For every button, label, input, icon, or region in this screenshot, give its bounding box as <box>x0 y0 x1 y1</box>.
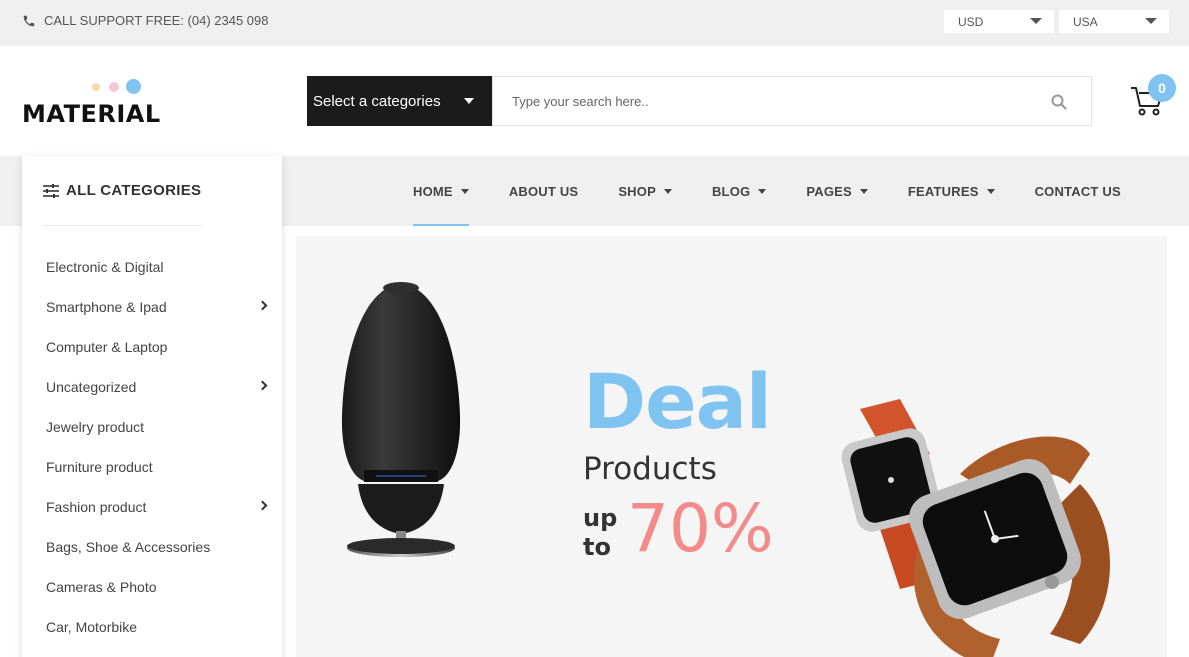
sidebar-item-electronic-digital[interactable]: Electronic & Digital <box>22 247 282 287</box>
sidebar-item-furniture[interactable]: Furniture product <box>22 447 282 487</box>
sidebar-item-label: Car, Motorbike <box>46 619 138 635</box>
chevron-down-icon <box>464 98 474 104</box>
chevron-down-icon <box>1145 18 1157 24</box>
nav-label: SHOP <box>618 183 656 199</box>
cart-count-badge: 0 <box>1148 74 1176 102</box>
top-bar: CALL SUPPORT FREE: (04) 2345 098 USD USA <box>0 0 1189 46</box>
cart-button[interactable]: 0 <box>1129 74 1179 120</box>
sidebar-item-label: Cameras & Photo <box>46 579 157 595</box>
sidebar-item-label: Smartphone & Ipad <box>46 299 167 315</box>
currency-select[interactable]: USD <box>944 10 1054 33</box>
site-logo[interactable]: MATERIAL <box>22 78 160 128</box>
category-select-label: Select a categories <box>313 92 441 110</box>
search-icon[interactable] <box>1051 94 1067 110</box>
country-value: USA <box>1073 14 1098 29</box>
sliders-icon <box>43 183 59 198</box>
nav-label: CONTACT US <box>1034 183 1121 199</box>
products-subhead: Products <box>583 451 717 487</box>
deal-headline: Deal <box>583 357 772 446</box>
sidebar-item-label: Fashion product <box>46 499 147 515</box>
category-list: Electronic & Digital Smartphone & Ipad C… <box>22 247 282 647</box>
sidebar-item-bags-shoe[interactable]: Bags, Shoe & Accessories <box>22 527 282 567</box>
main-nav: HOME ABOUT US SHOP BLOG PAGES FEATURES C… <box>393 156 1141 226</box>
sidebar-item-label: Electronic & Digital <box>46 259 164 275</box>
sidebar-item-label: Uncategorized <box>46 379 137 395</box>
sidebar-item-car-motorbike[interactable]: Car, Motorbike <box>22 607 282 647</box>
nav-item-blog[interactable]: BLOG <box>692 156 786 226</box>
chevron-down-icon <box>758 188 767 194</box>
sidebar-header[interactable]: ALL CATEGORIES <box>42 182 201 199</box>
logo-text: MATERIAL <box>22 100 161 128</box>
nav-label: FEATURES <box>907 183 979 199</box>
sidebar-item-label: Computer & Laptop <box>46 339 168 355</box>
chevron-down-icon <box>1030 18 1042 24</box>
sidebar-title: ALL CATEGORIES <box>66 182 202 199</box>
to-text: to <box>583 533 611 561</box>
nav-label: BLOG <box>711 183 751 199</box>
sidebar-item-smartphone-ipad[interactable]: Smartphone & Ipad <box>22 287 282 327</box>
support-text: CALL SUPPORT FREE: (04) 2345 098 <box>44 13 269 28</box>
nav-label: PAGES <box>806 183 852 199</box>
country-select[interactable]: USA <box>1059 10 1169 33</box>
search-input[interactable] <box>512 91 1012 111</box>
hero-banner[interactable]: Deal Products up to 70% <box>296 236 1167 657</box>
nav-item-contact-us[interactable]: CONTACT US <box>1015 156 1141 226</box>
speaker-image <box>341 282 461 557</box>
chevron-down-icon <box>460 188 469 194</box>
sidebar-item-computer-laptop[interactable]: Computer & Laptop <box>22 327 282 367</box>
logo-dot <box>92 83 100 91</box>
logo-dot <box>126 79 141 94</box>
nav-label: ABOUT US <box>508 183 579 199</box>
chevron-right-icon <box>257 300 268 311</box>
sidebar-item-cameras-photo[interactable]: Cameras & Photo <box>22 567 282 607</box>
nav-item-home[interactable]: HOME <box>393 156 489 226</box>
sidebar-item-fashion[interactable]: Fashion product <box>22 487 282 527</box>
support-line: CALL SUPPORT FREE: (04) 2345 098 <box>22 13 268 28</box>
phone-icon <box>23 15 35 26</box>
sidebar-item-uncategorized[interactable]: Uncategorized <box>22 367 282 407</box>
nav-item-features[interactable]: FEATURES <box>888 156 1015 226</box>
search-box <box>492 76 1092 126</box>
discount-percent: 70% <box>627 490 774 567</box>
nav-item-pages[interactable]: PAGES <box>786 156 888 226</box>
divider <box>42 225 202 226</box>
currency-value: USD <box>958 14 984 29</box>
nav-label: HOME <box>413 183 453 199</box>
chevron-right-icon <box>257 500 268 511</box>
sidebar-item-label: Bags, Shoe & Accessories <box>46 539 211 555</box>
chevron-down-icon <box>859 188 868 194</box>
logo-dot <box>109 82 119 92</box>
chevron-down-icon <box>663 188 672 194</box>
category-select[interactable]: Select a categories <box>307 76 492 126</box>
category-sidebar: ALL CATEGORIES Electronic & Digital Smar… <box>22 156 282 657</box>
smartwatch-image <box>841 399 1110 657</box>
chevron-right-icon <box>257 380 268 391</box>
up-to-label: up to <box>583 504 623 562</box>
sidebar-item-jewelry[interactable]: Jewelry product <box>22 407 282 447</box>
nav-item-shop[interactable]: SHOP <box>598 156 692 226</box>
sidebar-item-label: Jewelry product <box>46 419 145 435</box>
sidebar-item-label: Furniture product <box>46 459 153 475</box>
up-text: up <box>583 504 618 532</box>
nav-item-about-us[interactable]: ABOUT US <box>489 156 599 226</box>
chevron-down-icon <box>986 188 995 194</box>
